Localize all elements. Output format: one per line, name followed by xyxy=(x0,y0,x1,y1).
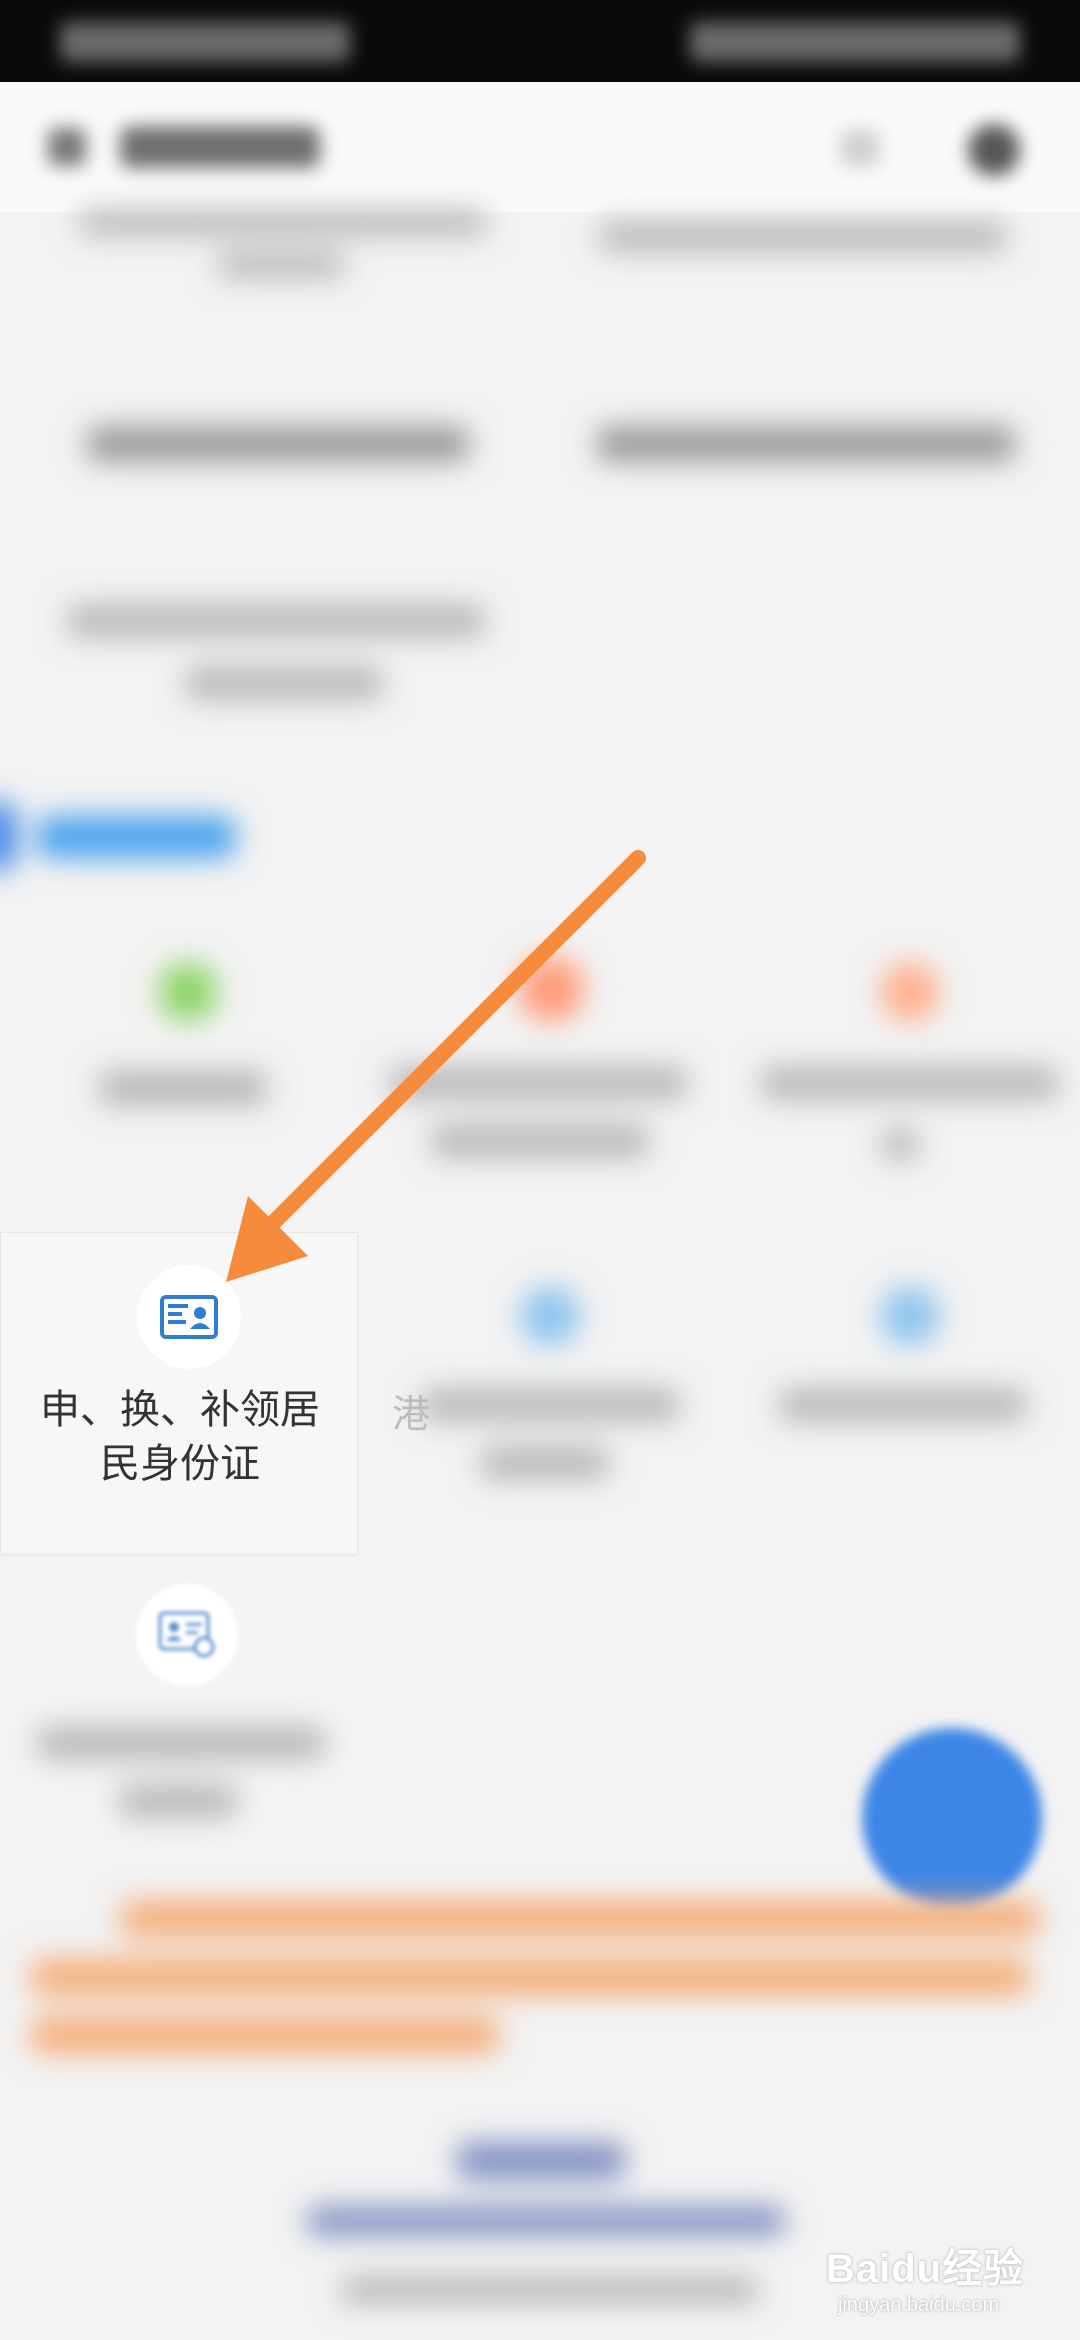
service-card-2[interactable] xyxy=(0,1555,358,1865)
list-item[interactable] xyxy=(598,222,1008,252)
service-label xyxy=(388,1066,688,1100)
id-card-stamp-icon xyxy=(158,1611,215,1658)
watermark-url: jingyan.baidu.com xyxy=(838,2294,1000,2316)
service-label xyxy=(420,1388,680,1422)
menu-icon[interactable] xyxy=(840,130,880,166)
back-icon[interactable] xyxy=(48,128,86,166)
service-icon xyxy=(518,956,584,1022)
service-label xyxy=(760,1066,1060,1100)
notice-line xyxy=(120,1900,1040,1938)
footer-line xyxy=(340,2276,760,2304)
service-label xyxy=(430,1124,650,1158)
id-card-icon xyxy=(160,1295,218,1339)
list-item[interactable] xyxy=(86,426,470,462)
grid-cell[interactable] xyxy=(0,900,358,1230)
status-bar xyxy=(0,0,1080,82)
section-marker xyxy=(0,800,16,872)
service-label xyxy=(118,1784,238,1818)
service-label xyxy=(778,1388,1028,1422)
status-bar-right xyxy=(690,22,1020,62)
service-icon xyxy=(880,962,940,1022)
top-bar xyxy=(0,82,1080,212)
list-item[interactable] xyxy=(78,210,488,236)
service-label xyxy=(98,1070,268,1106)
service-label xyxy=(880,1128,920,1160)
list-item[interactable] xyxy=(66,604,486,638)
screen: 申、换、补领居 民身份证 港 Baidu经验 jingyan.baidu.com xyxy=(0,0,1080,2340)
service-icon xyxy=(520,1286,580,1346)
list-item[interactable] xyxy=(596,426,1016,462)
baidu-watermark: Baidu经验 jingyan.baidu.com xyxy=(826,2236,1066,2336)
section-title xyxy=(36,816,236,858)
id-card-stamp-icon-wrap xyxy=(136,1584,238,1686)
service-card-id-card[interactable]: 申、换、补领居 民身份证 xyxy=(0,1232,358,1554)
watermark-brand: Baidu经验 xyxy=(826,2247,1025,2291)
more-icon[interactable] xyxy=(968,124,1020,176)
id-card-icon-wrap xyxy=(137,1265,241,1369)
service-label xyxy=(36,1726,326,1760)
service-card-label: 申、换、补领居 民身份证 xyxy=(40,1388,320,1486)
footer-line xyxy=(306,2206,786,2236)
footer-title xyxy=(456,2142,626,2180)
service-label xyxy=(480,1446,610,1480)
list-item[interactable] xyxy=(184,666,384,700)
notice-line xyxy=(30,1958,1030,1996)
floating-action-button[interactable] xyxy=(862,1728,1042,1908)
service-icon xyxy=(158,962,218,1022)
page-title xyxy=(120,126,320,168)
list-item[interactable] xyxy=(216,252,346,278)
status-bar-left xyxy=(60,22,350,62)
service-icon xyxy=(880,1286,940,1346)
notice-line xyxy=(30,2016,500,2054)
